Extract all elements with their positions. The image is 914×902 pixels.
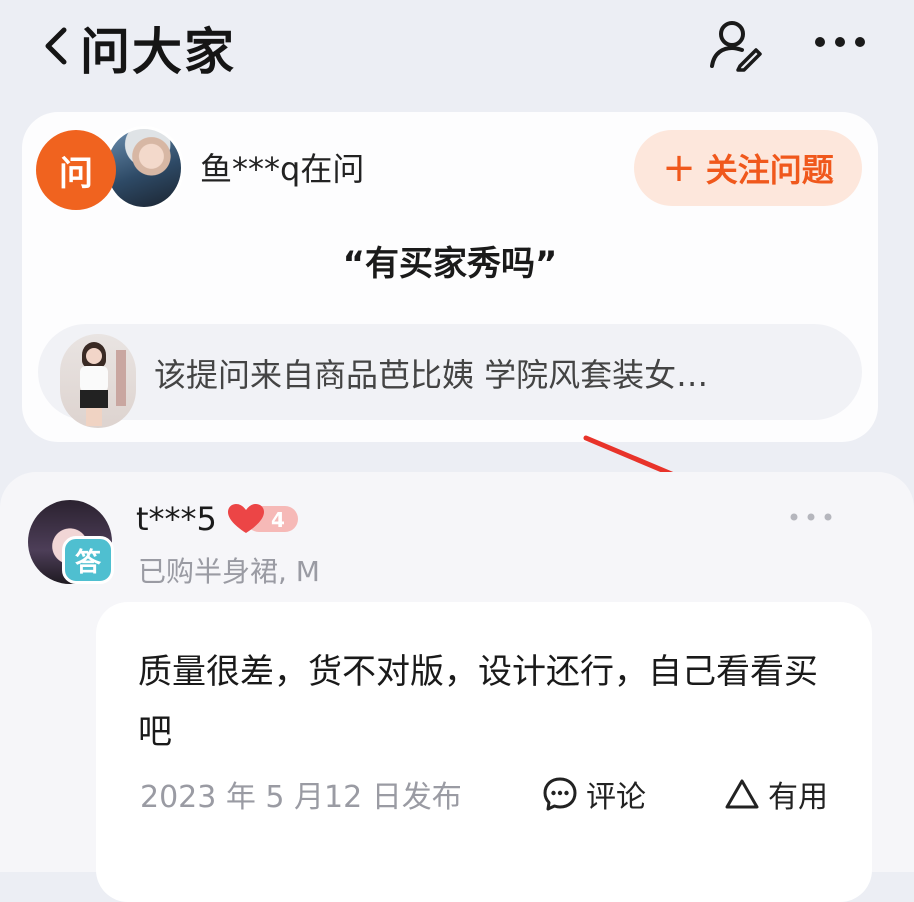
useful-button[interactable]: 有用 (724, 772, 828, 816)
answerer-name: t***5 (136, 500, 217, 538)
answer-text: 质量很差，货不对版，设计还行，自己看看买吧 (138, 652, 818, 752)
follow-label: 关注问题 (705, 151, 834, 189)
comment-button[interactable]: 评论 (542, 772, 646, 816)
comment-icon (543, 777, 577, 811)
heart-level-icon: 4 (228, 504, 298, 533)
useful-label: 有用 (768, 780, 828, 815)
answer-content: 质量很差，货不对版，设计还行，自己看看买吧 2023 年 5 月12 日发布 评… (96, 602, 872, 902)
product-source-text: 该提问来自商品芭比姨 学院风套装女… (154, 356, 709, 394)
answer-more-icon[interactable] (788, 510, 834, 524)
triangle-icon (725, 779, 759, 809)
question-card: 问 鱼***q在问 + 关注问题 “有买家秀吗” 该提问来自商品芭比姨 学院风套… (22, 112, 878, 442)
product-thumbnail (60, 334, 136, 428)
question-text: “有买家秀吗” (342, 244, 558, 284)
follow-question-button[interactable]: + 关注问题 (634, 130, 862, 206)
answer-card: 答 t***5 4 已购半身裙, M 质量很差，货不对版，设计还行，自己看看买吧… (0, 472, 914, 902)
answer-badge: 答 (62, 536, 114, 584)
plus-icon: + (662, 145, 696, 191)
user-edit-icon[interactable] (706, 16, 762, 72)
level-number: 4 (271, 508, 285, 532)
page-title: 问大家 (80, 23, 236, 81)
top-bar: 问大家 (0, 0, 914, 100)
back-icon[interactable] (36, 24, 76, 68)
question-badge: 问 (36, 130, 116, 210)
product-source-link[interactable]: 该提问来自商品芭比姨 学院风套装女… (38, 324, 862, 428)
post-date: 2023 年 5 月12 日发布 (140, 780, 462, 815)
asker-avatar[interactable] (104, 126, 184, 210)
purchase-info: 已购半身裙, M (138, 555, 320, 588)
more-icon[interactable] (812, 30, 868, 54)
asker-label: 鱼***q在问 (200, 150, 365, 188)
comment-label: 评论 (586, 780, 646, 815)
